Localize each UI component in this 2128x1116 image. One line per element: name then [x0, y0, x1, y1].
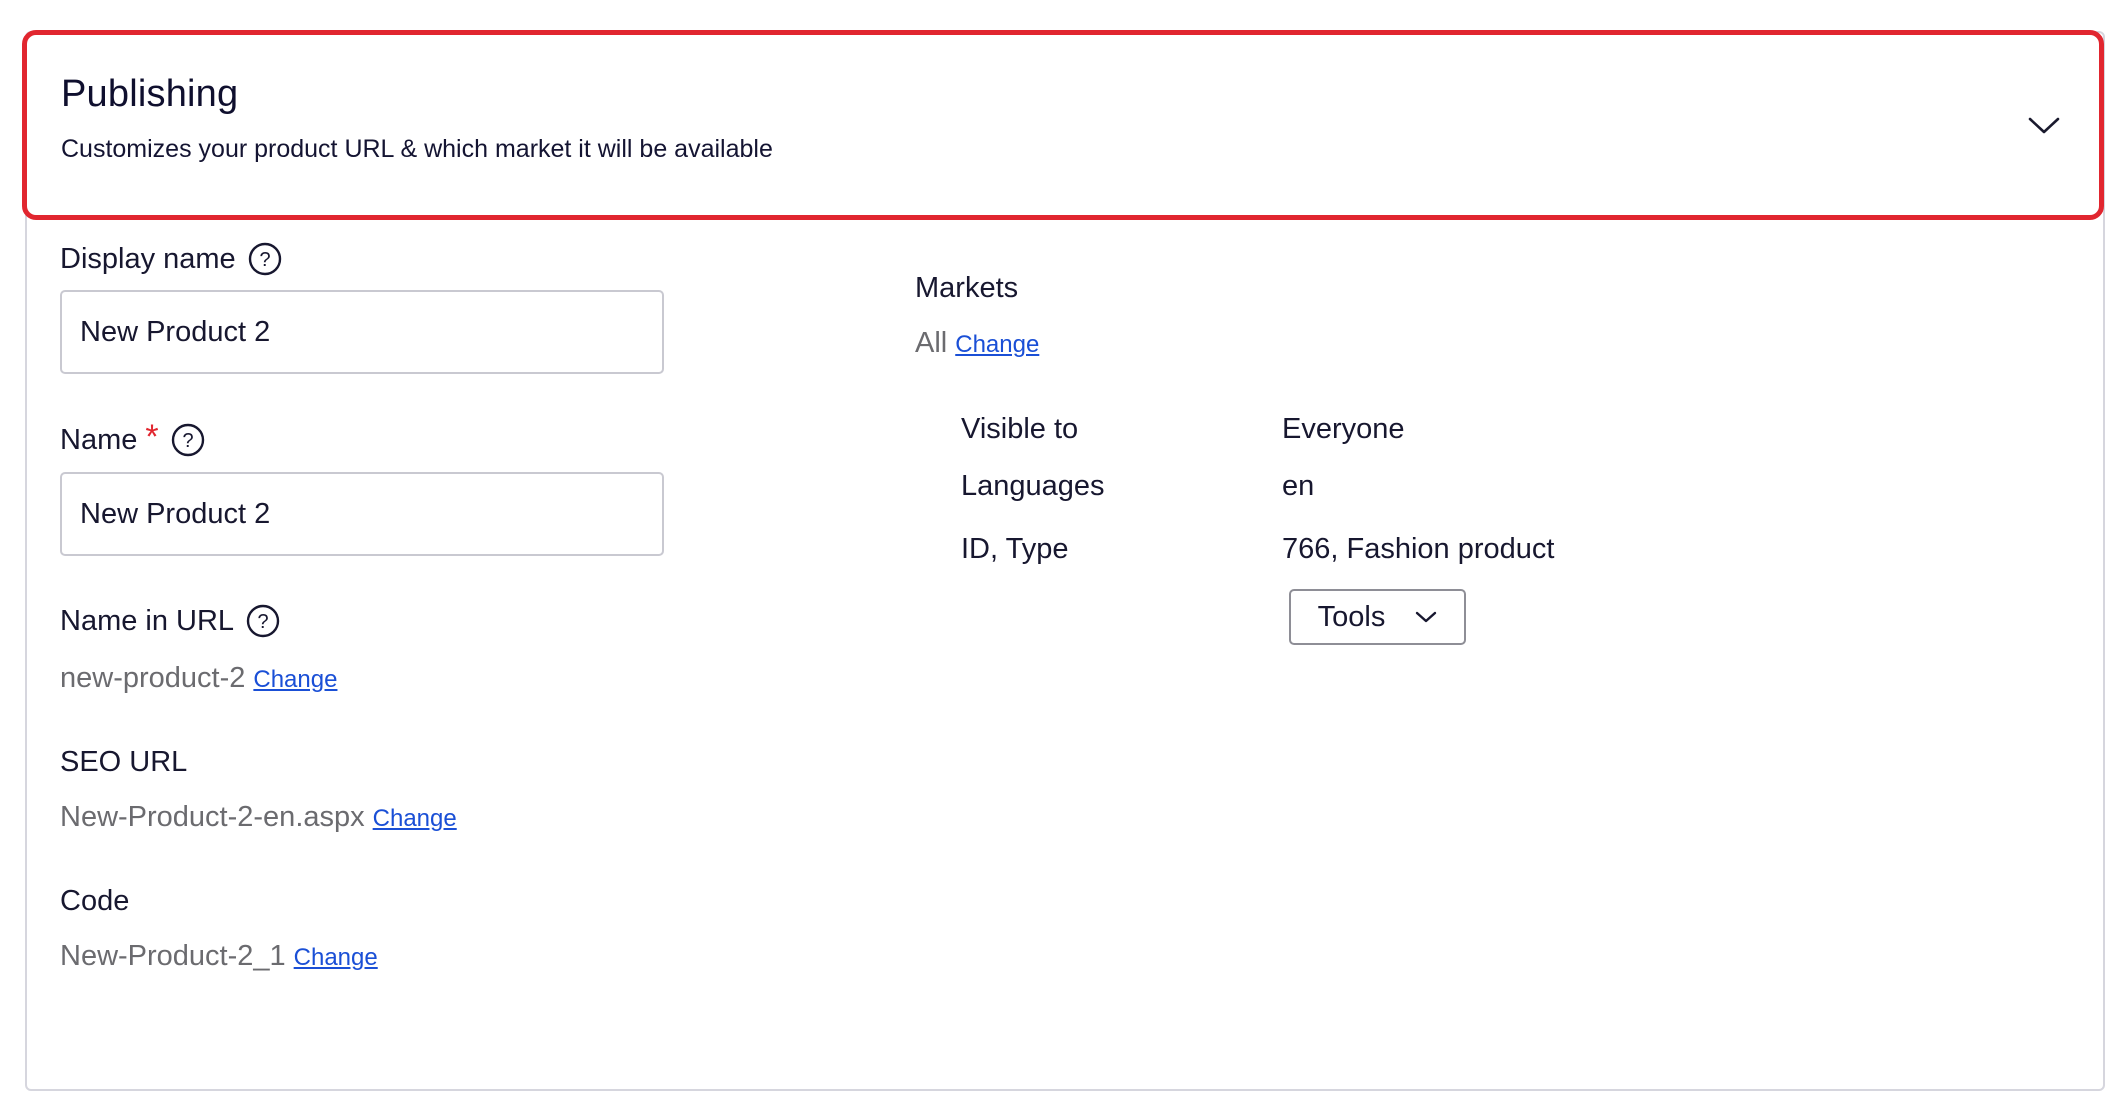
name-label-text: Name — [60, 423, 138, 456]
name-in-url-value-row: new-product-2 Change — [60, 662, 337, 695]
languages-value: en — [1282, 470, 1315, 502]
name-label: Name * ? — [60, 418, 205, 457]
markets-value: All — [915, 327, 948, 359]
code-value: New-Product-2_1 — [60, 940, 286, 972]
tools-dropdown-button[interactable]: Tools — [1289, 589, 1466, 645]
markets-change-link[interactable]: Change — [955, 331, 1039, 359]
svg-text:?: ? — [182, 430, 193, 452]
help-icon[interactable]: ? — [248, 242, 282, 276]
display-name-label: Display name ? — [60, 242, 282, 276]
chevron-down-icon[interactable] — [2027, 113, 2061, 137]
markets-label-text: Markets — [915, 272, 1019, 304]
visible-to-value: Everyone — [1282, 413, 1405, 445]
seo-url-change-link[interactable]: Change — [373, 805, 457, 833]
seo-url-value: New-Product-2-en.aspx — [60, 801, 365, 833]
help-icon[interactable]: ? — [171, 423, 205, 457]
svg-text:?: ? — [259, 249, 270, 271]
section-title: Publishing — [61, 73, 239, 115]
chevron-down-icon — [1416, 611, 1437, 623]
visible-to-label: Visible to — [961, 413, 1079, 445]
name-in-url-change-link[interactable]: Change — [253, 666, 337, 694]
required-indicator: * — [145, 418, 159, 456]
display-name-label-text: Display name — [60, 242, 236, 275]
name-in-url-label: Name in URL ? — [60, 604, 280, 638]
svg-text:?: ? — [258, 611, 269, 633]
display-name-input[interactable] — [60, 290, 664, 374]
code-label: Code — [60, 885, 129, 918]
code-change-link[interactable]: Change — [294, 944, 378, 972]
seo-url-label-text: SEO URL — [60, 746, 188, 778]
id-type-value: 766, Fashion product — [1282, 533, 1555, 565]
name-input[interactable] — [60, 472, 664, 556]
markets-label: Markets — [915, 272, 1018, 305]
name-in-url-value: new-product-2 — [60, 662, 246, 694]
seo-url-value-row: New-Product-2-en.aspx Change — [60, 801, 457, 834]
tools-label: Tools — [1317, 600, 1386, 633]
code-value-row: New-Product-2_1 Change — [60, 940, 378, 973]
help-icon[interactable]: ? — [246, 604, 280, 638]
seo-url-label: SEO URL — [60, 746, 187, 779]
section-subtitle: Customizes your product URL & which mark… — [61, 135, 773, 163]
markets-value-row: All Change — [915, 327, 1039, 360]
id-type-label: ID, Type — [961, 533, 1069, 565]
publishing-section-header[interactable]: Publishing Customizes your product URL &… — [22, 30, 2104, 220]
code-label-text: Code — [60, 885, 130, 917]
name-in-url-label-text: Name in URL — [60, 604, 235, 637]
languages-label: Languages — [961, 470, 1105, 502]
